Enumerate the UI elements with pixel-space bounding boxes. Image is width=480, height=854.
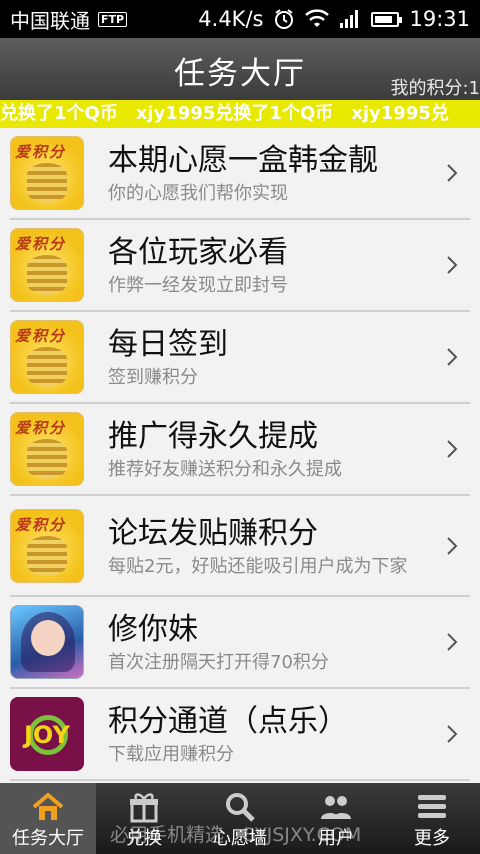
task-description: 首次注册隔天打开得70积分 bbox=[108, 652, 329, 673]
icon-logo-text: 爱积分 bbox=[15, 327, 67, 345]
coin-points-icon: 爱积分 bbox=[10, 136, 84, 210]
tab-label: 心愿墙 bbox=[213, 828, 267, 849]
tab-label: 兑换 bbox=[126, 828, 162, 849]
wifi-icon bbox=[305, 9, 330, 27]
chevron-right-icon bbox=[447, 164, 458, 182]
coin-points-icon: 爱积分 bbox=[10, 320, 84, 394]
task-text: 修你妹首次注册隔天打开得70积分 bbox=[108, 610, 470, 674]
alarm-icon bbox=[275, 9, 294, 29]
tab-menu[interactable]: 更多 bbox=[384, 783, 480, 854]
tab-label: 用户 bbox=[318, 828, 354, 849]
status-right: 4.4K/s 19:31 bbox=[198, 7, 470, 31]
task-text: 积分通道（点乐） 下载应用赚积分 bbox=[108, 702, 470, 766]
task-text: 每日签到 签到赚积分 bbox=[108, 325, 470, 389]
jyy-logo-icon: JOY bbox=[10, 697, 84, 771]
tab-gift[interactable]: 兑换 bbox=[96, 783, 192, 854]
menu-icon bbox=[418, 795, 446, 818]
chevron-right-icon bbox=[447, 348, 458, 366]
home-icon bbox=[32, 792, 64, 820]
task-description: 每贴2元，好贴还能吸引用户成为下家 bbox=[108, 555, 408, 577]
icon-logo-text: 爱积分 bbox=[15, 235, 67, 253]
task-list: 爱积分 本期心愿一盒韩金靓 你的心愿我们帮你实现 爱积分 各位玩家必看 作弊一经发现立即封… bbox=[0, 128, 480, 783]
chevron-right-icon bbox=[447, 256, 458, 274]
coin-stack bbox=[27, 347, 67, 387]
face-shape bbox=[31, 620, 65, 656]
coin-points-icon: 爱积分 bbox=[10, 228, 84, 302]
task-title: 每日签到 bbox=[108, 327, 228, 362]
carrier-group: 中国联通 FTP bbox=[10, 5, 128, 34]
users-icon bbox=[321, 796, 351, 819]
task-description: 作弊一经发现立即封号 bbox=[108, 275, 288, 296]
icon-logo-text: 爱积分 bbox=[15, 419, 67, 437]
task-text: 论坛发贴赚积分每贴2元，好贴还能吸引用户成为下家 bbox=[108, 514, 470, 578]
task-item[interactable]: 修你妹首次注册隔天打开得70积分 bbox=[10, 597, 470, 689]
coin-stack bbox=[27, 163, 67, 203]
status-bar: 中国联通 FTP 4.4K/s 19:31 bbox=[0, 0, 480, 38]
ticker-text: 兑换了1个Q币 xjy1995兑换了1个Q币 xjy1995兑 bbox=[0, 103, 449, 124]
game-girl-icon bbox=[10, 605, 84, 679]
bottom-tab-bar: 任务大厅 兑换 心愿墙 用户 更多 bbox=[0, 783, 480, 854]
task-title: 积分通道（点乐） bbox=[108, 704, 348, 739]
task-title: 修你妹 bbox=[108, 612, 198, 647]
network-speed: 4.4K/s bbox=[198, 7, 264, 31]
signal-icon bbox=[340, 10, 359, 28]
coin-stack bbox=[27, 535, 67, 576]
ftp-icon: FTP bbox=[98, 11, 128, 27]
tab-users[interactable]: 用户 bbox=[288, 783, 384, 854]
carrier-name: 中国联通 bbox=[10, 8, 90, 33]
task-text: 各位玩家必看作弊一经发现立即封号 bbox=[108, 233, 470, 297]
chevron-right-icon bbox=[447, 440, 458, 458]
chevron-right-icon bbox=[447, 536, 458, 555]
task-title: 论坛发贴赚积分 bbox=[108, 515, 318, 551]
exchange-ticker: 兑换了1个Q币 xjy1995兑换了1个Q币 xjy1995兑 bbox=[0, 100, 480, 128]
task-title: 本期心愿一盒韩金靓 bbox=[108, 143, 378, 178]
icon-logo-text: 爱积分 bbox=[15, 515, 67, 534]
coin-stack bbox=[27, 439, 67, 479]
task-item[interactable]: JOY 积分通道（点乐） 下载应用赚积分 bbox=[10, 689, 470, 781]
icon-logo-text: JOY bbox=[24, 721, 70, 749]
chevron-right-icon bbox=[447, 725, 458, 743]
chevron-right-icon bbox=[447, 633, 458, 651]
task-description: 签到赚积分 bbox=[108, 367, 198, 388]
tab-home[interactable]: 任务大厅 bbox=[0, 783, 96, 854]
task-item[interactable]: 爱积分 本期心愿一盒韩金靓你的心愿我们帮你实现 bbox=[10, 128, 470, 220]
task-title: 推广得永久提成 bbox=[108, 419, 318, 454]
coin-points-icon: 爱积分 bbox=[10, 412, 84, 486]
tab-label: 更多 bbox=[414, 828, 450, 849]
task-text: 本期心愿一盒韩金靓你的心愿我们帮你实现 bbox=[108, 141, 470, 205]
tab-label: 任务大厅 bbox=[12, 828, 84, 849]
task-item[interactable]: 爱积分 各位玩家必看作弊一经发现立即封号 bbox=[10, 220, 470, 312]
coin-stack bbox=[27, 255, 67, 295]
icon-logo-text: 爱积分 bbox=[15, 143, 67, 161]
task-item[interactable]: 爱积分 每日签到签到赚积分 bbox=[10, 312, 470, 404]
task-item[interactable]: 爱积分 推广得永久提成推荐好友赚送积分和永久提成 bbox=[10, 404, 470, 496]
search-icon bbox=[226, 793, 255, 822]
task-description: 你的心愿我们帮你实现 bbox=[108, 183, 288, 204]
clock: 19:31 bbox=[409, 7, 470, 31]
gift-icon bbox=[130, 793, 158, 823]
task-description: 推荐好友赚送积分和永久提成 bbox=[108, 459, 342, 480]
tab-search[interactable]: 心愿墙 bbox=[192, 783, 288, 854]
title-bar: 任务大厅 我的积分:1 bbox=[0, 38, 480, 100]
coin-points-icon: 爱积分 bbox=[10, 508, 84, 583]
my-points-label[interactable]: 我的积分:1 bbox=[390, 74, 480, 100]
task-description: 下载应用赚积分 bbox=[108, 744, 234, 765]
task-text: 推广得永久提成推荐好友赚送积分和永久提成 bbox=[108, 417, 470, 481]
task-item[interactable]: 爱积分 论坛发贴赚积分每贴2元，好贴还能吸引用户成为下家 bbox=[10, 496, 470, 597]
battery-icon bbox=[371, 11, 403, 27]
task-title: 各位玩家必看 bbox=[108, 235, 288, 270]
